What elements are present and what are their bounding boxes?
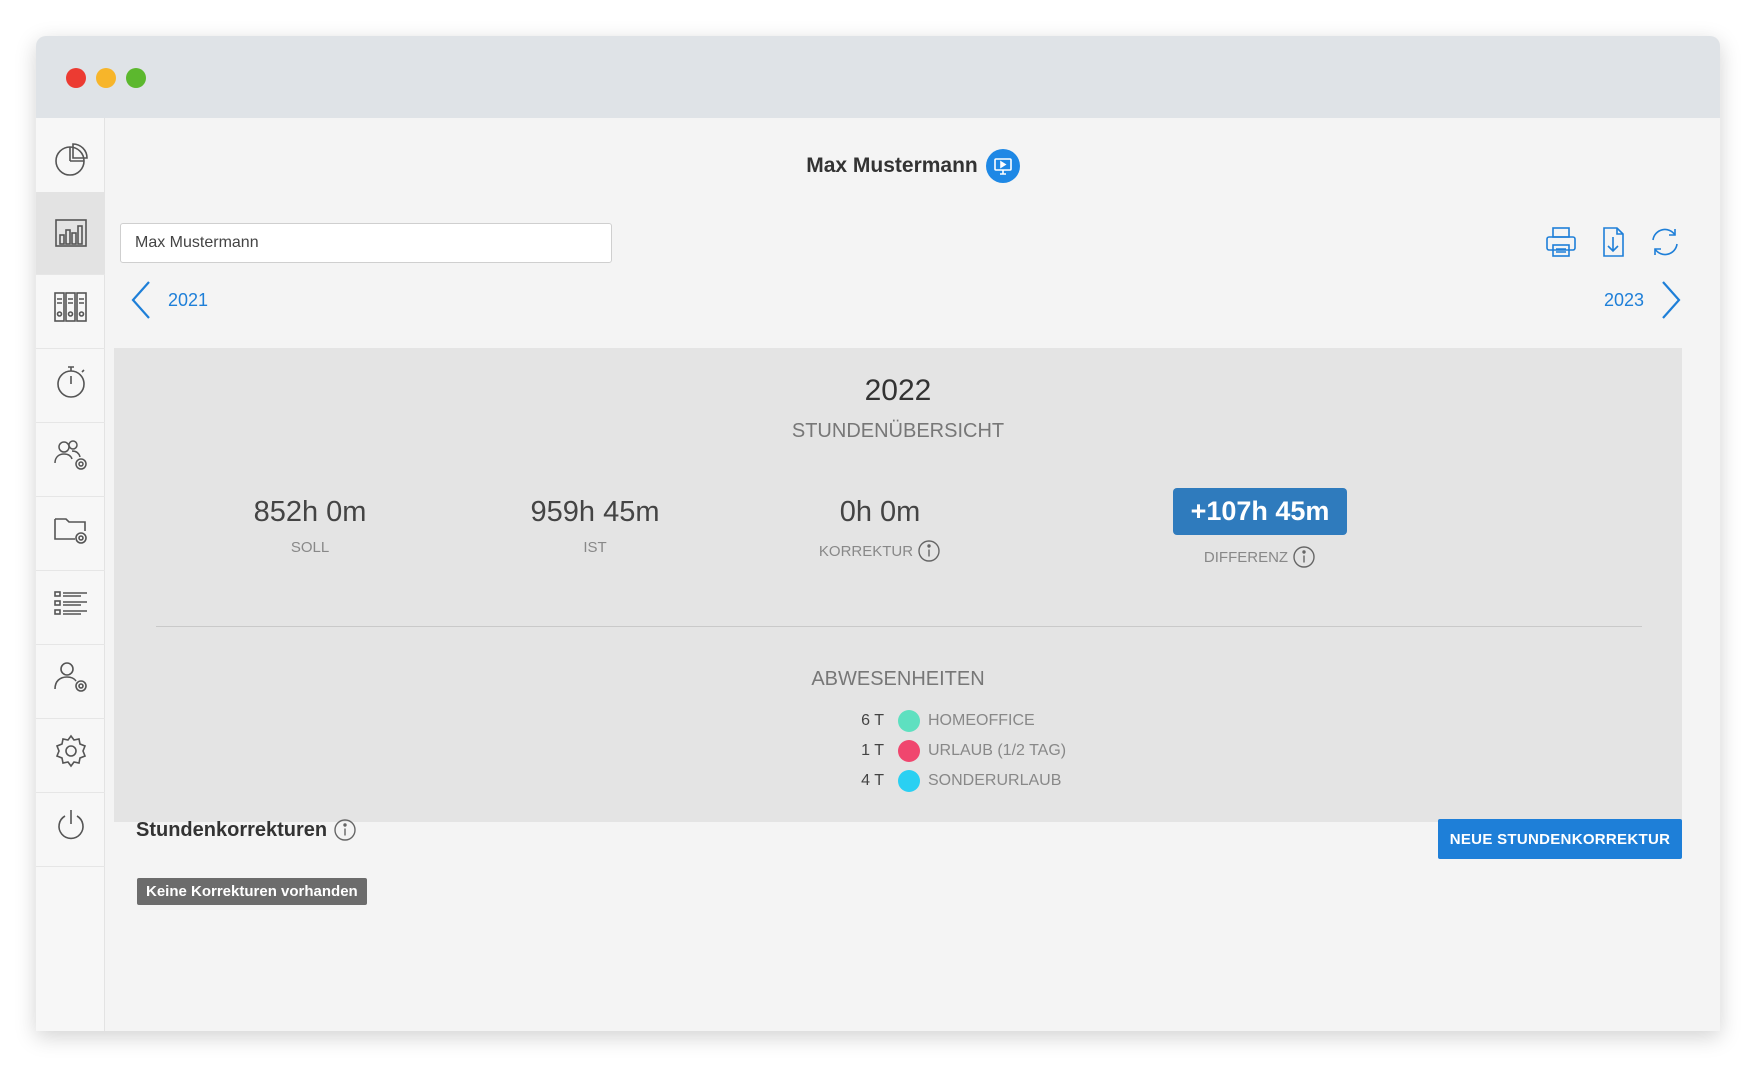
- absence-color-dot: [898, 740, 920, 762]
- differenz-label: DIFFERENZ: [1203, 548, 1289, 566]
- ist-label: IST: [583, 539, 607, 556]
- absences-list: 6 T HOMEOFFICE 1 T URLAUB (1/2 TAG) 4 T …: [854, 706, 1214, 796]
- corrections-header: Stundenkorrekturen: [136, 818, 357, 842]
- sidebar-item-statistics[interactable]: [36, 192, 105, 275]
- employee-select-input[interactable]: [120, 223, 612, 263]
- toolbar: [1544, 222, 1682, 262]
- print-button[interactable]: [1544, 222, 1578, 262]
- next-year-label: 2023: [1603, 289, 1644, 310]
- main-content: Max Mustermann Max Mustermann 2021 2023 …: [106, 118, 1720, 1031]
- soll-label: SOLL: [290, 539, 330, 556]
- absence-count: 4 T: [861, 772, 884, 789]
- stat-korrektur: 0h 0m KORREKTUR: [750, 496, 1010, 563]
- minimize-window-button[interactable]: [96, 68, 116, 88]
- previous-year-label: 2021: [168, 289, 209, 310]
- previous-year-button[interactable]: 2021: [130, 278, 208, 322]
- absence-item: 6 T HOMEOFFICE: [854, 706, 1214, 736]
- differenz-info-icon[interactable]: [1292, 545, 1316, 569]
- stat-soll: 852h 0m SOLL: [180, 496, 440, 556]
- sidebar-item-list[interactable]: [36, 562, 105, 645]
- employee-name: Max Mustermann: [806, 154, 978, 177]
- close-window-button[interactable]: [66, 68, 86, 88]
- group-settings-icon: [53, 440, 87, 470]
- summary-subtitle: STUNDENÜBERSICHT: [791, 420, 1005, 442]
- user-settings-icon: [53, 662, 87, 692]
- absence-label: SONDERURLAUB: [928, 772, 1062, 789]
- sidebar-item-user-settings[interactable]: [36, 636, 105, 719]
- stat-ist: 959h 45m IST: [465, 496, 725, 556]
- list-icon: [53, 591, 87, 615]
- korrektur-info-icon[interactable]: [917, 539, 941, 563]
- binders-icon: [53, 292, 87, 322]
- pie-chart-icon: [54, 143, 88, 176]
- download-document-icon: [1603, 227, 1624, 257]
- corrections-info-icon[interactable]: [333, 818, 357, 842]
- absence-label: HOMEOFFICE: [928, 712, 1035, 729]
- chevron-right-icon: [1662, 281, 1681, 319]
- absence-color-dot: [898, 770, 920, 792]
- sidebar-item-settings[interactable]: [36, 710, 105, 793]
- absence-item: 4 T SONDERURLAUB: [854, 766, 1214, 796]
- absence-label: URLAUB (1/2 TAG): [928, 742, 1067, 759]
- sidebar: [36, 118, 105, 1031]
- folder-settings-icon: [53, 518, 87, 544]
- app-window: Max Mustermann Max Mustermann 2021 2023 …: [36, 36, 1720, 1031]
- absences-title: ABWESENHEITEN: [811, 668, 985, 690]
- bar-chart-icon: [54, 219, 87, 247]
- summary-year: 2022: [864, 374, 932, 407]
- sidebar-item-folder-settings[interactable]: [36, 488, 105, 571]
- differenz-value: +107h 45m: [1172, 488, 1348, 535]
- sidebar-item-time-tracking[interactable]: [36, 340, 105, 423]
- korrektur-value: 0h 0m: [839, 496, 921, 528]
- refresh-button[interactable]: [1648, 222, 1682, 262]
- new-correction-button[interactable]: NEUE STUNDENKORREKTUR: [1438, 819, 1682, 859]
- maximize-window-button[interactable]: [126, 68, 146, 88]
- chevron-left-icon: [131, 281, 150, 319]
- absence-color-dot: [898, 710, 920, 732]
- sidebar-item-records[interactable]: [36, 266, 105, 349]
- title-bar: [36, 36, 1720, 118]
- soll-value: 852h 0m: [253, 496, 367, 528]
- korrektur-label: KORREKTUR: [818, 542, 914, 560]
- employee-header: Max Mustermann: [106, 149, 1720, 183]
- empty-corrections-badge: Keine Korrekturen vorhanden: [137, 878, 367, 905]
- export-button[interactable]: [1596, 222, 1630, 262]
- next-year-button[interactable]: 2023: [1604, 278, 1682, 322]
- ist-value: 959h 45m: [530, 496, 660, 528]
- sidebar-item-dashboard[interactable]: [36, 118, 105, 201]
- monitor-icon[interactable]: [985, 149, 1020, 183]
- printer-icon: [1546, 227, 1576, 257]
- summary-divider: [156, 626, 1642, 627]
- sidebar-item-logout[interactable]: [36, 784, 105, 867]
- absence-count: 1 T: [861, 742, 884, 759]
- power-icon: [57, 810, 84, 840]
- stat-differenz: +107h 45m DIFFERENZ: [1130, 488, 1390, 569]
- absence-count: 6 T: [861, 712, 884, 729]
- corrections-title: Stundenkorrekturen: [136, 818, 328, 841]
- stopwatch-icon: [56, 366, 85, 398]
- absence-item: 1 T URLAUB (1/2 TAG): [854, 736, 1214, 766]
- hours-summary-panel: 2022 STUNDENÜBERSICHT 852h 0m SOLL 959h …: [114, 348, 1682, 822]
- gear-icon: [55, 734, 86, 768]
- refresh-icon: [1652, 228, 1678, 256]
- sidebar-item-group-settings[interactable]: [36, 414, 105, 497]
